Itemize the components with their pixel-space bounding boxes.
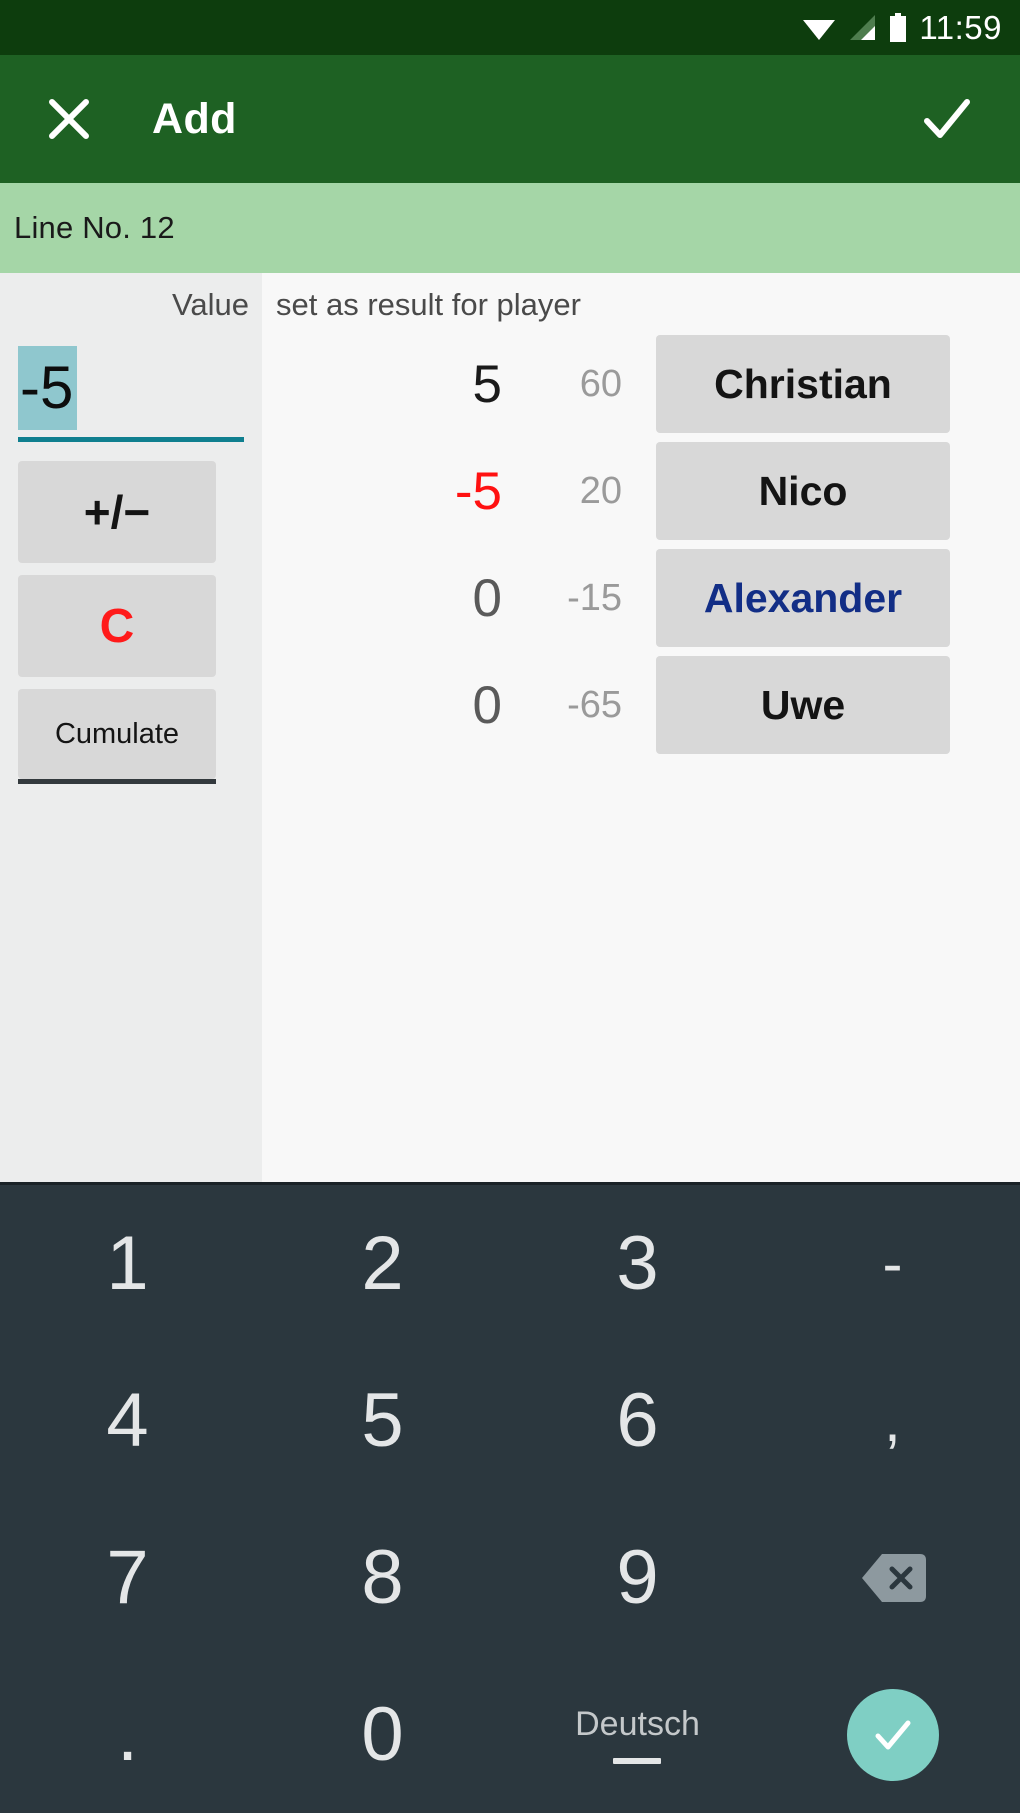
player-results-header: set as result for player [276, 287, 581, 322]
key-backspace[interactable] [765, 1499, 1020, 1656]
key-enter[interactable] [846, 1688, 939, 1781]
app-screen: 11:59 Add Line No. 12 Value -5 +/− C Cum… [0, 0, 1020, 1813]
cumulate-underline [18, 779, 216, 784]
player-row: -5 20 Nico [262, 438, 1020, 544]
player-total-value: -15 [567, 576, 622, 619]
value-input[interactable]: -5 [18, 346, 244, 442]
player-list: 5 60 Christian -5 20 Nico 0 -15 Alexander 0 -65 Uwe [262, 331, 1020, 759]
player-button[interactable]: Christian [656, 335, 950, 433]
page-title: Add [152, 94, 237, 143]
key-5[interactable]: 5 [255, 1342, 510, 1499]
player-button[interactable]: Uwe [656, 656, 950, 754]
key-8[interactable]: 8 [255, 1499, 510, 1656]
player-delta-value: 0 [472, 568, 502, 628]
key-1[interactable]: 1 [0, 1185, 255, 1342]
battery-icon [888, 12, 908, 43]
player-row: 5 60 Christian [262, 331, 1020, 437]
backspace-icon [860, 1552, 926, 1604]
key-4[interactable]: 4 [0, 1342, 255, 1499]
value-input-text: -5 [18, 346, 78, 430]
keyboard-row: 456, [0, 1342, 1020, 1499]
key-2[interactable]: 2 [255, 1185, 510, 1342]
line-number-label: Line No. 12 [14, 210, 175, 245]
player-total-value: 60 [579, 362, 622, 405]
player-button[interactable]: Alexander [656, 549, 950, 647]
player-results-panel: set as result for player 5 60 Christian -5 2… [262, 273, 1020, 1182]
player-row: 0 -65 Uwe [262, 652, 1020, 758]
content-area: Value -5 +/− C Cumulate set as result fo… [0, 273, 1020, 1182]
player-delta-value: -5 [454, 461, 502, 521]
key-3[interactable]: 3 [510, 1185, 765, 1342]
status-bar: 11:59 [0, 0, 1020, 55]
line-number-banner: Line No. 12 [0, 183, 1020, 273]
key-7[interactable]: 7 [0, 1499, 255, 1656]
signal-icon [847, 14, 877, 41]
check-icon [875, 1720, 910, 1749]
cumulate-button[interactable]: Cumulate [18, 689, 216, 779]
language-name: Deutsch [575, 1705, 700, 1743]
player-total-value: -65 [567, 683, 622, 726]
keyboard-row: 789 [0, 1499, 1020, 1656]
keyboard-row: . 0 Deutsch [0, 1656, 1020, 1813]
key-period[interactable]: . [0, 1656, 255, 1813]
sign-toggle-button[interactable]: +/− [18, 461, 216, 563]
player-button[interactable]: Nico [656, 442, 950, 540]
player-delta-value: 0 [472, 675, 502, 735]
app-bar: Add [0, 55, 1020, 183]
clear-button[interactable]: C [18, 575, 216, 677]
key-9[interactable]: 9 [510, 1499, 765, 1656]
key-6[interactable]: 6 [510, 1342, 765, 1499]
value-input-underline [18, 437, 244, 442]
language-switch-label: Deutsch [575, 1705, 700, 1764]
value-label: Value [172, 287, 249, 322]
value-panel: Value -5 +/− C Cumulate [0, 273, 262, 1182]
key-language[interactable]: Deutsch [510, 1656, 765, 1813]
key-minus[interactable]: - [765, 1185, 1020, 1342]
numeric-keyboard: 1 2 3-4 5 6, 7 8 9. 0 Deutsch [0, 1182, 1020, 1813]
close-icon[interactable] [38, 88, 100, 150]
key-comma[interactable]: , [765, 1342, 1020, 1499]
language-underline [613, 1758, 662, 1764]
player-delta-value: 5 [472, 354, 502, 414]
player-total-value: 20 [579, 469, 622, 512]
confirm-check-icon[interactable] [916, 88, 978, 150]
status-bar-clock: 11:59 [919, 8, 1002, 46]
keyboard-key-wrapper [765, 1656, 1020, 1813]
keyboard-row: 123- [0, 1185, 1020, 1342]
key-0[interactable]: 0 [255, 1656, 510, 1813]
wifi-icon [802, 14, 836, 41]
player-row: 0 -15 Alexander [262, 545, 1020, 651]
